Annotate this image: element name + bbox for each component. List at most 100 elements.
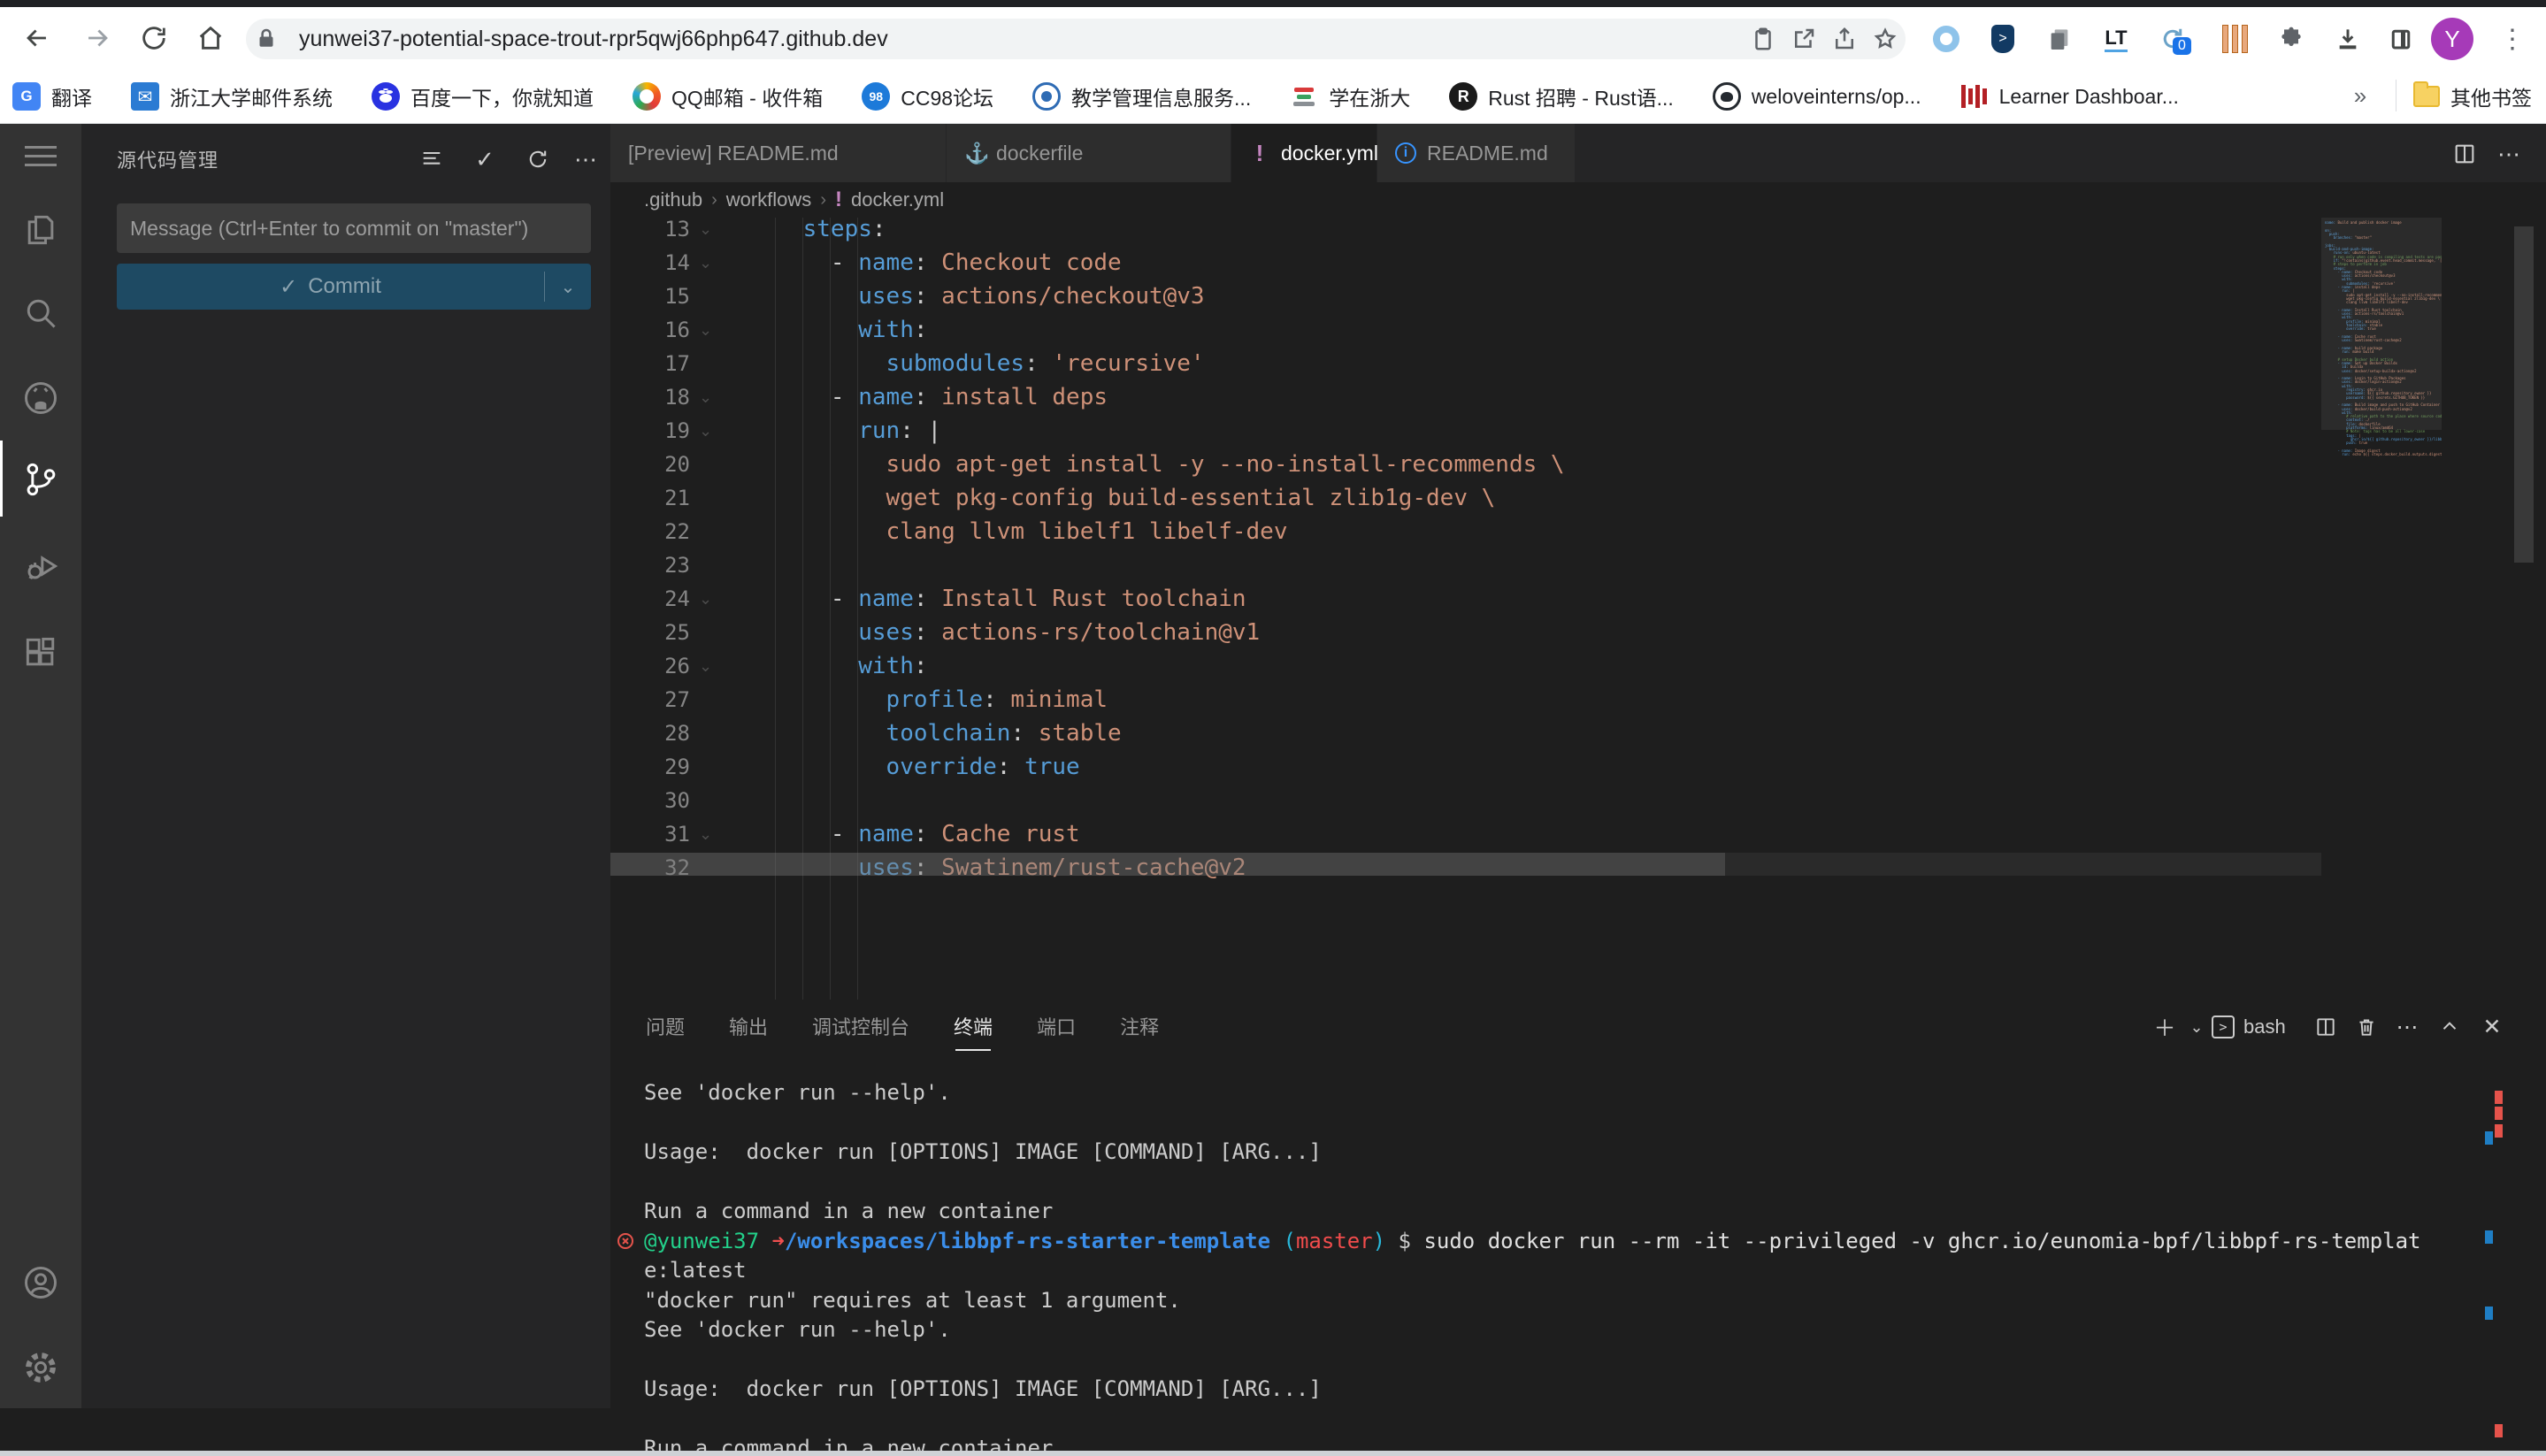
bookmark-item[interactable]: weloveinterns/op... xyxy=(1713,82,1921,111)
browser-avatar[interactable]: Y xyxy=(2431,18,2473,60)
bookmark-label: 浙江大学邮件系统 xyxy=(170,81,333,111)
fold-chevron-icon[interactable]: ⌄ xyxy=(699,817,712,851)
home-icon[interactable] xyxy=(189,17,232,59)
puzzle-extensions-icon[interactable] xyxy=(2272,19,2311,58)
line-number: 16 xyxy=(610,313,690,347)
panel-tab-问题[interactable]: 问题 xyxy=(644,1000,686,1053)
fold-chevron-icon[interactable]: ⌄ xyxy=(699,649,712,683)
editor-more-actions-icon[interactable]: ⋯ xyxy=(2491,136,2527,172)
command-failed-icon xyxy=(616,1226,635,1256)
new-terminal-icon[interactable]: ＋ xyxy=(2148,1010,2182,1044)
learner-bookmark-icon xyxy=(1960,82,1989,111)
explorer-icon[interactable] xyxy=(21,211,60,249)
bookmark-item[interactable]: Learner Dashboar... xyxy=(1960,82,2179,111)
menu-icon[interactable] xyxy=(21,140,60,179)
fold-chevron-icon[interactable]: ⌄ xyxy=(699,313,712,347)
code-line: 18⌄ - name: install deps xyxy=(610,380,2546,414)
panel-tab-输出[interactable]: 输出 xyxy=(727,1000,770,1053)
star-icon[interactable] xyxy=(1865,19,1906,59)
bookmark-item[interactable]: QQ邮箱 - 收件箱 xyxy=(633,81,823,111)
extension-sync-icon[interactable]: 0 xyxy=(2153,19,2192,58)
bookmark-item[interactable]: G翻译 xyxy=(12,81,92,111)
code-line: 15 uses: actions/checkout@v3 xyxy=(610,280,2546,313)
code-editor[interactable]: 13⌄ steps:14⌄ - name: Checkout code15 us… xyxy=(610,218,2546,1000)
bookmark-item[interactable]: ✉浙江大学邮件系统 xyxy=(131,81,333,111)
terminal-scroll-mark xyxy=(2485,1131,2493,1145)
url-bar[interactable]: yunwei37-potential-space-trout-rpr5qwj66… xyxy=(246,19,1906,59)
url-text[interactable]: yunwei37-potential-space-trout-rpr5qwj66… xyxy=(299,27,1743,52)
panel-tab-调试控制台[interactable]: 调试控制台 xyxy=(810,1000,911,1053)
line-number: 21 xyxy=(610,481,690,515)
more-actions-icon[interactable]: ⋯ xyxy=(570,143,602,175)
breadcrumb-item[interactable]: docker.yml xyxy=(851,188,944,211)
download-icon[interactable] xyxy=(2328,19,2367,58)
split-editor-icon[interactable] xyxy=(2447,136,2482,172)
refresh-icon[interactable] xyxy=(522,143,554,175)
github-icon[interactable] xyxy=(21,379,60,418)
bookmark-item[interactable]: 学在浙大 xyxy=(1290,81,1410,111)
sidebar-toggle-icon[interactable] xyxy=(2381,19,2420,58)
tab-docker.yml[interactable]: !docker.yml✕ xyxy=(1231,124,1377,182)
extension-shield-icon[interactable]: > xyxy=(1983,19,2022,58)
bookmark-item[interactable]: 教学管理信息服务... xyxy=(1032,81,1251,111)
extension-languagetool-icon[interactable]: LT xyxy=(2097,19,2136,58)
bookmarks-overflow-icon[interactable]: » xyxy=(2343,78,2378,113)
source-control-icon[interactable] xyxy=(21,460,60,499)
code-text: override: true xyxy=(748,750,1080,784)
vertical-scrollbar-thumb[interactable] xyxy=(2514,226,2534,563)
extension-bullets-icon[interactable] xyxy=(2215,19,2254,58)
kebab-menu-icon[interactable]: ⋮ xyxy=(2493,19,2532,58)
panel-more-actions-icon[interactable]: ⋯ xyxy=(2390,1010,2424,1044)
bookmark-item[interactable]: RRust 招聘 - Rust语... xyxy=(1449,81,1674,111)
terminal-dropdown-icon[interactable]: ⌄ xyxy=(2180,1010,2213,1044)
share-icon[interactable] xyxy=(1824,19,1865,59)
tab-readme.md[interactable]: iREADME.md xyxy=(1377,124,1576,182)
settings-gear-icon[interactable] xyxy=(21,1348,60,1387)
commit-dropdown-icon[interactable]: ⌄ xyxy=(545,276,591,298)
commit-message-input[interactable] xyxy=(117,203,591,253)
extensions-icon[interactable] xyxy=(21,633,60,672)
bookmark-item[interactable]: 百度一下，你就知道 xyxy=(372,81,594,111)
extension-ring-icon[interactable] xyxy=(1927,19,1966,58)
fold-chevron-icon[interactable]: ⌄ xyxy=(699,582,712,616)
fold-chevron-icon[interactable]: ⌄ xyxy=(699,380,712,414)
terminal-output[interactable]: See 'docker run --help'.Usage: docker ru… xyxy=(610,1054,2546,1456)
commit-button[interactable]: ✓ Commit ⌄ xyxy=(117,264,591,310)
other-bookmarks[interactable]: 其他书签 xyxy=(2413,69,2532,124)
extension-pages-icon[interactable] xyxy=(2040,19,2079,58)
open-in-new-icon[interactable] xyxy=(1783,19,1824,59)
tab-dockerfile[interactable]: ⚓dockerfile xyxy=(947,124,1231,182)
split-terminal-icon[interactable] xyxy=(2309,1010,2343,1044)
breadcrumb-item[interactable]: .github xyxy=(644,188,702,211)
commit-check-icon[interactable]: ✓ xyxy=(469,143,501,175)
panel-tab-终端[interactable]: 终端 xyxy=(952,1000,994,1053)
search-icon[interactable] xyxy=(21,294,60,333)
run-and-debug-icon[interactable] xyxy=(21,547,60,586)
browser-tab-strip xyxy=(0,0,2546,7)
horizontal-scrollbar-thumb[interactable] xyxy=(610,853,1725,876)
fold-chevron-icon[interactable]: ⌄ xyxy=(699,414,712,448)
view-as-list-icon[interactable] xyxy=(416,143,448,175)
refresh-icon[interactable] xyxy=(133,17,175,59)
breadcrumb[interactable]: .github›workflows›!docker.yml xyxy=(610,182,2546,218)
close-panel-icon[interactable]: ✕ xyxy=(2475,1010,2509,1044)
code-text: steps: xyxy=(748,218,886,246)
tab--preview-readme.md[interactable]: [Preview] README.md xyxy=(610,124,947,182)
fold-chevron-icon[interactable]: ⌄ xyxy=(699,246,712,280)
panel-tab-注释[interactable]: 注释 xyxy=(1118,1000,1161,1053)
terminal-instance-bash[interactable]: > bash xyxy=(2212,1010,2286,1044)
minimap-viewport[interactable] xyxy=(2321,218,2442,430)
code-text: - name: Install Rust toolchain xyxy=(748,582,1246,616)
forward-icon[interactable] xyxy=(76,17,119,59)
bookmark-item[interactable]: 98CC98论坛 xyxy=(862,81,993,111)
back-icon[interactable] xyxy=(16,17,58,59)
clipboard-icon[interactable] xyxy=(1743,19,1783,59)
maximize-panel-icon[interactable] xyxy=(2433,1010,2466,1044)
code-text: submodules: 'recursive' xyxy=(748,347,1205,380)
breadcrumb-item[interactable]: workflows xyxy=(726,188,812,211)
fold-chevron-icon[interactable]: ⌄ xyxy=(699,218,712,246)
kill-terminal-trash-icon[interactable] xyxy=(2350,1010,2383,1044)
panel-tab-端口[interactable]: 端口 xyxy=(1035,1000,1077,1053)
lock-icon xyxy=(246,19,287,59)
account-icon[interactable] xyxy=(21,1263,60,1302)
